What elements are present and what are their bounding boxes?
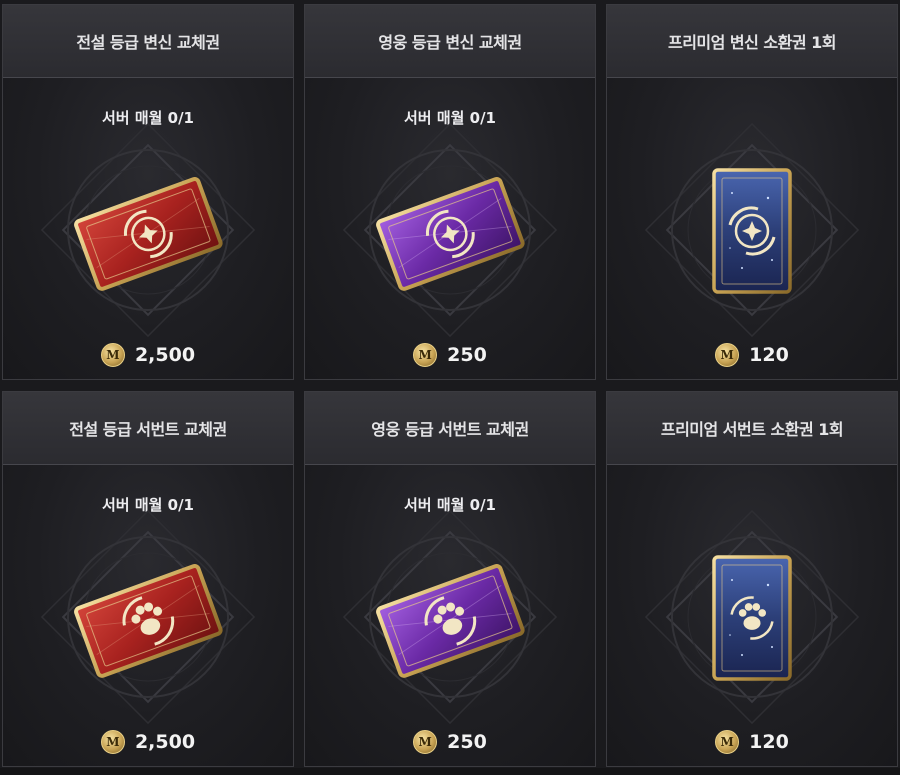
shop-item-card[interactable]: 영웅 등급 변신 교체권 서버 매월 0/1 250 — [304, 4, 596, 380]
purple-servant-ticket-icon — [376, 564, 525, 678]
price-value: 250 — [447, 731, 487, 753]
coin-icon — [715, 343, 740, 367]
item-title: 전설 등급 서번트 교체권 — [3, 392, 293, 465]
item-title: 전설 등급 변신 교체권 — [3, 5, 293, 78]
coin-icon — [100, 343, 125, 367]
item-title: 프리미엄 서번트 소환권 1회 — [607, 392, 897, 465]
price-value: 2,500 — [134, 731, 196, 753]
coin-icon — [413, 343, 438, 367]
shop-item-card[interactable]: 프리미엄 변신 소환권 1회 120 — [606, 4, 898, 380]
shop-item-card[interactable]: 전설 등급 변신 교체권 서버 매월 0/1 2,500 — [2, 4, 294, 380]
shop-item-card[interactable]: 전설 등급 서번트 교체권 서버 매월 0/1 2,500 — [2, 391, 294, 767]
price: 120 — [607, 730, 897, 754]
price-value: 250 — [447, 344, 487, 366]
price-value: 120 — [749, 731, 789, 753]
coin-icon — [715, 730, 740, 754]
item-title: 영웅 등급 변신 교체권 — [305, 5, 595, 78]
purple-transform-ticket-icon — [376, 177, 525, 291]
shop-item-card[interactable]: 영웅 등급 서번트 교체권 서버 매월 0/1 250 — [304, 391, 596, 767]
item-title: 영웅 등급 서번트 교체권 — [305, 392, 595, 465]
price-value: 2,500 — [134, 344, 196, 366]
red-transform-ticket-icon — [74, 177, 223, 291]
price: 250 — [305, 343, 595, 367]
blue-transform-summon-card-icon — [712, 168, 792, 294]
item-title: 프리미엄 변신 소환권 1회 — [607, 5, 897, 78]
shop-item-card[interactable]: 프리미엄 서번트 소환권 1회 120 — [606, 391, 898, 767]
coin-icon — [413, 730, 438, 754]
shop-grid: 전설 등급 변신 교체권 서버 매월 0/1 2,500 영웅 등급 변신 교체… — [0, 0, 900, 775]
price: 2,500 — [3, 730, 293, 754]
blue-servant-summon-card-icon — [712, 555, 792, 681]
price-value: 120 — [749, 344, 789, 366]
price: 250 — [305, 730, 595, 754]
coin-icon — [100, 730, 125, 754]
price: 120 — [607, 343, 897, 367]
price: 2,500 — [3, 343, 293, 367]
red-servant-ticket-icon — [74, 564, 223, 678]
bottom-edge — [0, 768, 900, 775]
